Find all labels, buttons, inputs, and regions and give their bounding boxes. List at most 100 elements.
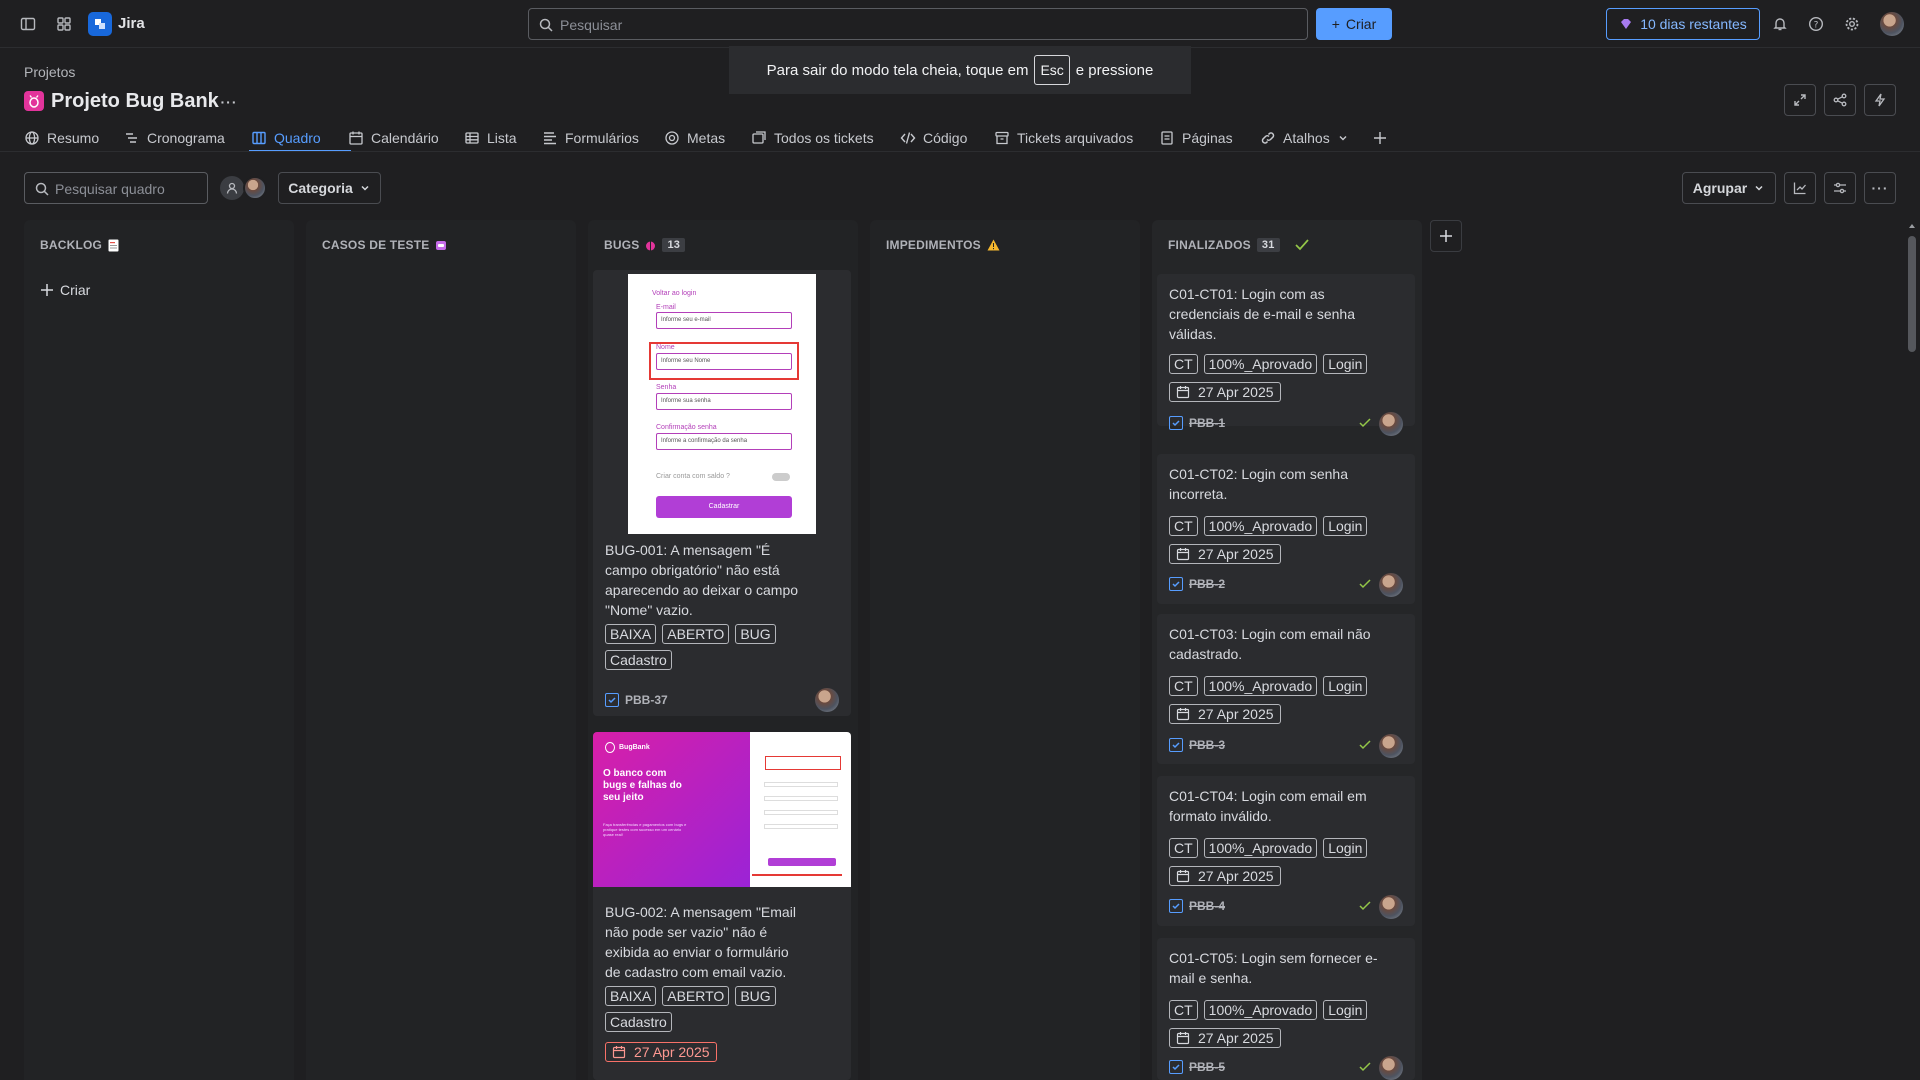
app-switcher-icon[interactable] — [54, 14, 74, 34]
fullscreen-button[interactable] — [1784, 84, 1816, 116]
tab-calendario[interactable]: Calendário — [348, 124, 439, 152]
tab-formularios[interactable]: Formulários — [542, 124, 639, 152]
assignee-avatar[interactable] — [1379, 573, 1403, 597]
task-checkbox-icon — [605, 693, 619, 707]
issue-key[interactable]: PBB-3 — [1169, 738, 1225, 752]
column-header: BUGS 13 — [604, 238, 686, 252]
tab-quadro[interactable]: Quadro — [251, 124, 321, 152]
mock-submit-button — [768, 858, 836, 866]
due-date-text: 27 Apr 2025 — [634, 1044, 710, 1060]
issue-card-bug-001[interactable]: Voltar ao login E-mail Informe seu e-mai… — [593, 270, 851, 716]
scrollbar-thumb[interactable] — [1908, 236, 1916, 352]
app-name[interactable]: Jira — [118, 15, 145, 32]
timeline-icon — [126, 133, 137, 143]
label-tag[interactable]: Cadastro — [605, 1012, 672, 1032]
chevron-down-icon — [361, 185, 369, 191]
calendar-icon — [612, 1046, 626, 1059]
label-tag[interactable]: BUG — [735, 986, 776, 1006]
column-title: BUGS — [604, 238, 640, 252]
settings-gear-icon[interactable] — [1842, 14, 1862, 34]
assignee-avatar[interactable] — [1379, 1056, 1403, 1080]
insights-button[interactable] — [1784, 172, 1816, 204]
issue-key[interactable]: PBB-5 — [1169, 1060, 1225, 1074]
tab-tickets-arquivados[interactable]: Tickets arquivados — [994, 124, 1133, 152]
tab-lista[interactable]: Lista — [464, 124, 517, 152]
label-tag[interactable]: Cadastro — [605, 650, 672, 670]
issue-key-text: PBB-5 — [1189, 1060, 1226, 1074]
create-button[interactable]: + Criar — [1316, 8, 1392, 40]
label-tag[interactable]: BAIXA — [605, 624, 657, 644]
done-check-icon — [1359, 740, 1371, 750]
board-search-input[interactable]: Pesquisar quadro — [24, 172, 208, 204]
issue-key[interactable]: PBB-4 — [1169, 899, 1225, 913]
trial-button[interactable]: 10 dias restantes — [1606, 8, 1760, 40]
tab-metas[interactable]: Metas — [664, 124, 725, 152]
board-scrollbar[interactable] — [1908, 222, 1916, 1080]
add-tab-button[interactable] — [1372, 124, 1388, 152]
tab-cronograma[interactable]: Cronograma — [124, 124, 225, 152]
mock-label: Nome — [656, 344, 675, 351]
unassigned-avatar[interactable] — [220, 176, 244, 200]
column-backlog: BACKLOG Criar — [24, 220, 294, 1080]
form-icon — [544, 132, 556, 145]
notifications-icon[interactable] — [1770, 14, 1790, 34]
assignee-avatar[interactable] — [815, 688, 839, 712]
column-impediments: IMPEDIMENTOS — [870, 220, 1140, 1080]
tab-codigo[interactable]: Código — [900, 124, 967, 152]
assignee-avatar[interactable] — [1379, 734, 1403, 758]
page-title: Projeto Bug Bank — [51, 90, 219, 112]
mock-back-link: Voltar ao login — [652, 290, 697, 297]
document-emoji-icon — [108, 239, 119, 251]
label-tag[interactable]: BAIXA — [605, 986, 657, 1006]
task-checkbox-icon — [1169, 738, 1183, 752]
tab-label: Resumo — [47, 130, 100, 146]
issue-key[interactable]: PBB-2 — [1169, 577, 1225, 591]
board-more-button[interactable]: ··· — [1864, 172, 1896, 204]
share-icon — [1833, 93, 1847, 107]
jira-logo-icon[interactable] — [88, 12, 112, 36]
issue-key[interactable]: PBB-1 — [1169, 416, 1225, 430]
tab-paginas[interactable]: Páginas — [1159, 124, 1233, 152]
sidebar-toggle-icon[interactable] — [18, 14, 38, 34]
attachment-thumbnail-form[interactable]: Voltar ao login E-mail Informe seu e-mai… — [628, 274, 816, 534]
task-checkbox-icon — [1169, 577, 1183, 591]
mock-form-panel — [750, 732, 851, 887]
due-date-badge[interactable]: 27 Apr 2025 — [605, 1042, 717, 1062]
chevron-down-icon — [1755, 185, 1763, 191]
assignee-avatar[interactable] — [243, 176, 267, 200]
issue-key[interactable]: PBB-37 — [605, 693, 668, 707]
mock-brand-panel: BugBank O banco com bugs e falhas do seu… — [593, 732, 750, 887]
label-tag[interactable]: BUG — [735, 624, 776, 644]
tab-todos-os-tickets[interactable]: Todos os tickets — [751, 124, 874, 152]
archive-icon — [995, 131, 1009, 145]
expand-icon — [1794, 94, 1806, 106]
column-title: CASOS DE TESTE — [322, 238, 430, 252]
search-input[interactable]: Pesquisar — [528, 8, 1308, 40]
automation-button[interactable] — [1864, 84, 1896, 116]
attachment-thumbnail-landing[interactable]: BugBank O banco com bugs e falhas do seu… — [593, 732, 851, 887]
category-dropdown[interactable]: Categoria — [278, 172, 381, 204]
more-options-icon[interactable]: ··· — [218, 92, 240, 112]
group-dropdown[interactable]: Agrupar — [1682, 172, 1776, 204]
person-icon — [226, 182, 238, 194]
esc-key: Esc — [1034, 55, 1070, 85]
assignee-avatar[interactable] — [1379, 412, 1403, 436]
labels: BAIXA ABERTO BUG Cadastro — [605, 624, 845, 676]
create-issue-button[interactable]: Criar — [40, 282, 90, 298]
issue-card-bug-002[interactable]: BugBank O banco com bugs e falhas do seu… — [593, 732, 851, 1080]
share-button[interactable] — [1824, 84, 1856, 116]
mock-input — [764, 782, 838, 787]
plus-icon — [41, 284, 53, 296]
search-icon — [34, 181, 50, 197]
help-icon[interactable]: ? — [1806, 14, 1826, 34]
tab-resumo[interactable]: Resumo — [24, 124, 99, 152]
label-tag[interactable]: ABERTO — [662, 624, 730, 644]
breadcrumb[interactable]: Projetos — [24, 64, 75, 80]
column-header: BACKLOG — [40, 238, 119, 252]
tab-atalhos[interactable]: Atalhos — [1260, 124, 1349, 152]
add-column-button[interactable] — [1430, 220, 1462, 252]
label-tag[interactable]: ABERTO — [662, 986, 730, 1006]
assignee-avatar[interactable] — [1379, 895, 1403, 919]
view-settings-button[interactable] — [1824, 172, 1856, 204]
user-avatar[interactable] — [1880, 12, 1904, 36]
